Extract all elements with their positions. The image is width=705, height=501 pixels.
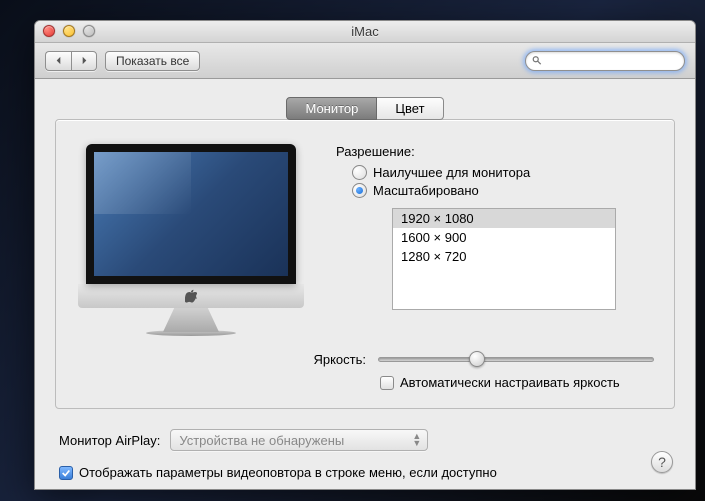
dropdown-arrows-icon: ▲▼ [412, 433, 421, 447]
zoom-icon[interactable] [83, 25, 95, 37]
show-all-button[interactable]: Показать все [105, 51, 200, 71]
brightness-row: Яркость: [76, 352, 654, 367]
toolbar: Показать все [35, 43, 695, 79]
airplay-label: Монитор AirPlay: [59, 433, 160, 448]
slider-thumb[interactable] [469, 351, 485, 367]
monitor-panel: Разрешение: Наилучшее для монитора Масшт… [55, 119, 675, 409]
chevron-left-icon [54, 56, 63, 65]
mirror-label: Отображать параметры видеоповтора в стро… [79, 465, 497, 480]
radio-icon [352, 183, 367, 198]
resolution-option[interactable]: 1920 × 1080 [393, 209, 615, 228]
resolution-list[interactable]: 1920 × 1080 1600 × 900 1280 × 720 [392, 208, 616, 310]
radio-scaled[interactable]: Масштабировано [352, 183, 654, 198]
radio-best-label: Наилучшее для монитора [373, 165, 530, 180]
auto-brightness-label: Автоматически настраивать яркость [400, 375, 620, 390]
titlebar[interactable]: iMac [35, 21, 695, 43]
bottom-area: Монитор AirPlay: Устройства не обнаружен… [55, 429, 675, 480]
mirror-row[interactable]: Отображать параметры видеоповтора в стро… [59, 465, 671, 480]
window-controls [43, 25, 95, 37]
airplay-row: Монитор AirPlay: Устройства не обнаружен… [59, 429, 671, 451]
airplay-dropdown[interactable]: Устройства не обнаружены ▲▼ [170, 429, 428, 451]
search-input[interactable] [546, 54, 678, 68]
chevron-right-icon [80, 56, 89, 65]
resolution-option[interactable]: 1280 × 720 [393, 247, 615, 266]
brightness-slider[interactable] [378, 357, 654, 362]
auto-brightness-row[interactable]: Автоматически настраивать яркость [380, 375, 654, 390]
radio-icon [352, 165, 367, 180]
window-title: iMac [351, 24, 378, 39]
back-button[interactable] [45, 51, 71, 71]
display-stand [163, 308, 219, 332]
display-chin [78, 284, 304, 308]
search-icon [532, 55, 542, 66]
tabs: Монитор Цвет [55, 97, 675, 120]
forward-button[interactable] [71, 51, 97, 71]
display-preview [76, 144, 306, 336]
search-field[interactable] [525, 51, 685, 71]
tab-monitor[interactable]: Монитор [286, 97, 377, 120]
checkbox-icon [380, 376, 394, 390]
resolution-label: Разрешение: [336, 144, 654, 159]
tab-color[interactable]: Цвет [377, 97, 443, 120]
resolution-settings: Разрешение: Наилучшее для монитора Масшт… [336, 144, 654, 336]
close-icon[interactable] [43, 25, 55, 37]
content-area: Монитор Цвет Разрешение: Наилучшее [35, 79, 695, 489]
help-button[interactable]: ? [651, 451, 673, 473]
brightness-label: Яркость: [76, 352, 366, 367]
airplay-value: Устройства не обнаружены [179, 433, 344, 448]
prefs-window: iMac Показать все Монитор Цвет [34, 20, 696, 490]
minimize-icon[interactable] [63, 25, 75, 37]
radio-scaled-label: Масштабировано [373, 183, 479, 198]
radio-best[interactable]: Наилучшее для монитора [352, 165, 654, 180]
nav-buttons [45, 51, 97, 71]
apple-logo-icon [185, 289, 197, 303]
display-screen-icon [86, 144, 296, 284]
checkbox-icon [59, 466, 73, 480]
resolution-option[interactable]: 1600 × 900 [393, 228, 615, 247]
